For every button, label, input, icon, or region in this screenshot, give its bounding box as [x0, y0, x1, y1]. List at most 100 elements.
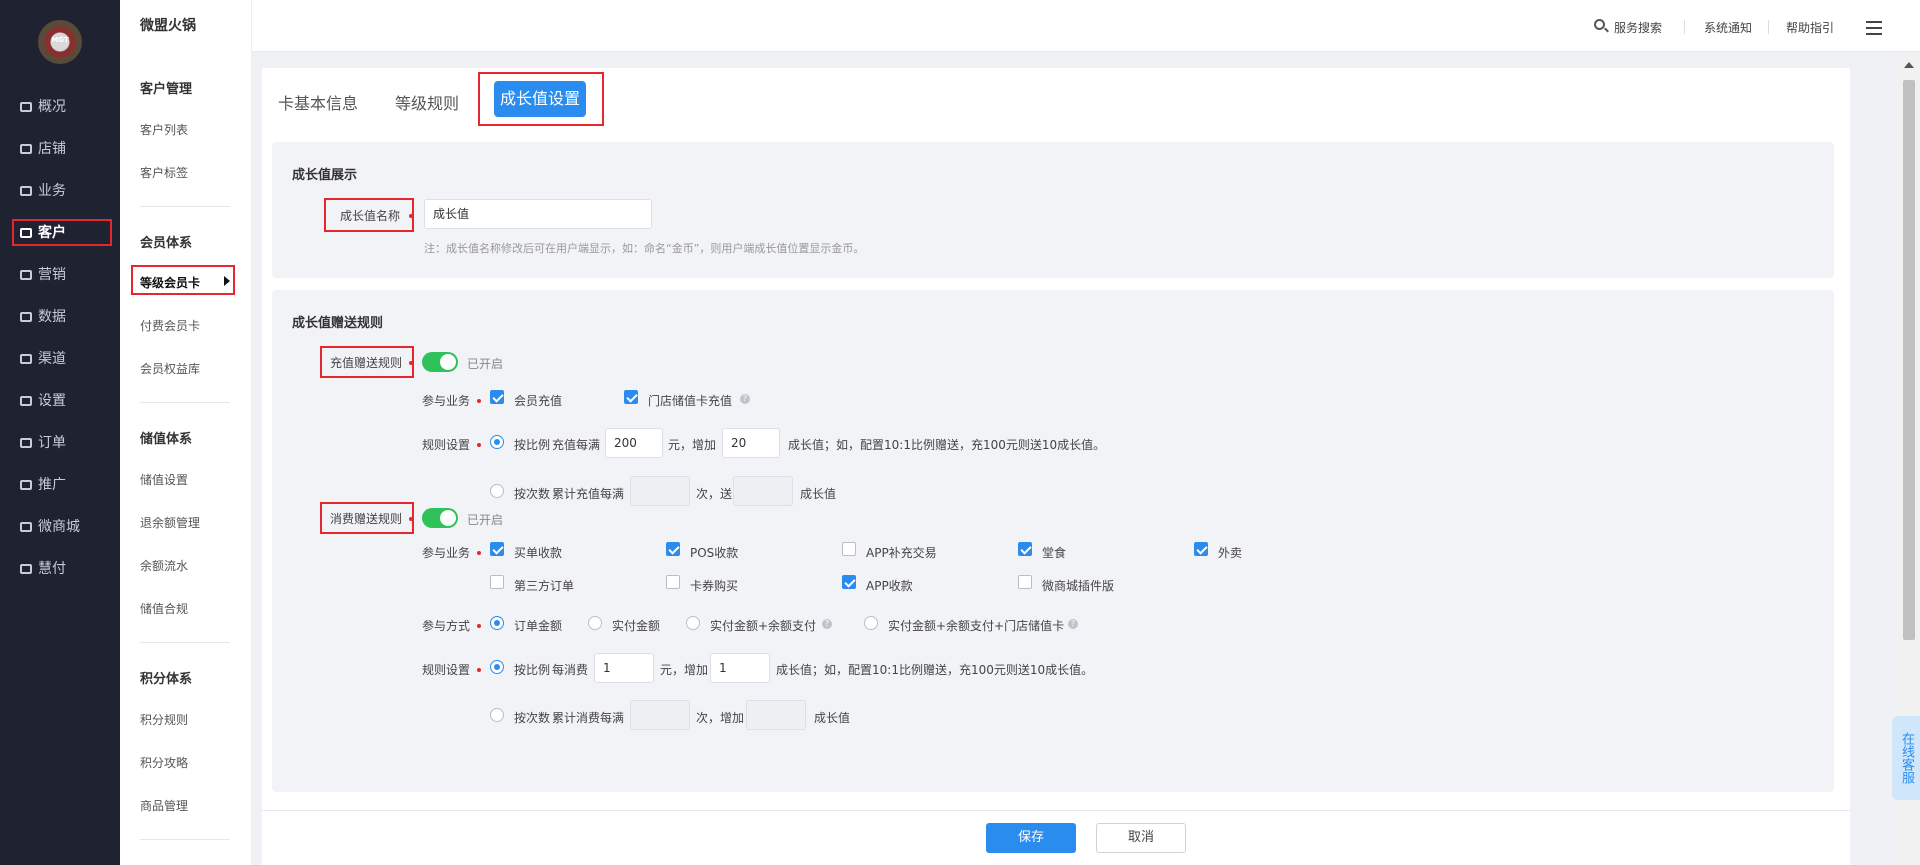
- help-icon[interactable]: ?: [1068, 619, 1078, 629]
- divider: [1768, 20, 1769, 34]
- notifications-link[interactable]: 系统通知: [1704, 19, 1752, 36]
- subnav-item-points-guide[interactable]: 积分攻略: [140, 754, 188, 771]
- subnav-divider: [140, 206, 230, 207]
- business-checkbox-8[interactable]: [1018, 575, 1032, 589]
- channel-icon: [20, 354, 32, 364]
- nav-item-settings[interactable]: 设置: [0, 388, 120, 414]
- business-icon: [20, 186, 32, 196]
- nav-item-order[interactable]: 订单: [0, 430, 120, 456]
- business-checkbox-3[interactable]: [1018, 542, 1032, 556]
- subnav-item-benefits[interactable]: 会员权益库: [140, 360, 200, 377]
- business-checkbox-2[interactable]: [842, 542, 856, 556]
- search-icon[interactable]: [1594, 19, 1605, 30]
- required-mark: [477, 624, 481, 628]
- nav-item-marketing[interactable]: 营销: [0, 262, 120, 288]
- consume-rule-switch[interactable]: [422, 508, 458, 528]
- business-checkbox-0[interactable]: [490, 542, 504, 556]
- checkbox-label: 第三方订单: [514, 579, 575, 593]
- business-checkbox-6[interactable]: [666, 575, 680, 589]
- store-logo[interactable]: MGT: [38, 20, 82, 64]
- required-mark: [477, 551, 481, 555]
- marketing-icon: [20, 270, 32, 280]
- checkbox-label: APP收款: [866, 579, 913, 593]
- mode-radio-2[interactable]: [686, 616, 700, 630]
- divider: [1684, 20, 1685, 34]
- ratio-prefix: 充值每满: [552, 438, 601, 452]
- help-icon[interactable]: ?: [740, 394, 750, 404]
- subnav-item-customer-list[interactable]: 客户列表: [140, 121, 188, 138]
- mode-radio-0[interactable]: [490, 616, 504, 630]
- recharge-rule-switch[interactable]: [422, 352, 458, 372]
- overview-icon: [20, 102, 32, 112]
- online-service-button[interactable]: 在线客服: [1892, 716, 1920, 800]
- help-icon[interactable]: ?: [822, 619, 832, 629]
- business-checkbox-7[interactable]: [842, 575, 856, 589]
- consume-times-input[interactable]: [630, 700, 690, 730]
- mode-radio-1[interactable]: [588, 616, 602, 630]
- subnav-item-customer-tags[interactable]: 客户标签: [140, 164, 188, 181]
- recharge-ratio-radio[interactable]: [490, 435, 504, 449]
- times-suffix: 成长值: [814, 711, 851, 725]
- recharge-times-growth-input[interactable]: [733, 476, 793, 506]
- recharge-store-card-checkbox[interactable]: [624, 390, 638, 404]
- nav-item-channel[interactable]: 渠道: [0, 346, 120, 372]
- pay-icon: [20, 564, 32, 574]
- recharge-times-radio[interactable]: [490, 484, 504, 498]
- business-checkbox-1[interactable]: [666, 542, 680, 556]
- recharge-amount-input[interactable]: 200: [605, 428, 663, 458]
- subnav-divider: [140, 642, 230, 643]
- subnav-item-stored-settings[interactable]: 储值设置: [140, 471, 188, 488]
- checkbox-label: 买单收款: [514, 546, 563, 560]
- subnav-item-points-rules[interactable]: 积分规则: [140, 711, 188, 728]
- cancel-button[interactable]: 取消: [1096, 823, 1186, 853]
- checkbox-label: 微商城插件版: [1042, 579, 1115, 593]
- nav-item-data[interactable]: 数据: [0, 304, 120, 330]
- times-unit: 次，增加: [696, 711, 745, 725]
- consume-growth-input[interactable]: 1: [710, 653, 770, 683]
- subnav-item-refund-balance[interactable]: 退余额管理: [140, 514, 200, 531]
- nav-item-promotion[interactable]: 推广: [0, 472, 120, 498]
- nav-label: 概况: [38, 99, 66, 115]
- nav-label: 店铺: [38, 141, 66, 157]
- menu-icon[interactable]: [1866, 21, 1882, 35]
- business-checkbox-5[interactable]: [490, 575, 504, 589]
- nav-item-mall[interactable]: 微商城: [0, 514, 120, 540]
- annotation-box-growth-tab: [478, 72, 604, 126]
- checkbox-label: 卡券购买: [690, 579, 739, 593]
- service-search-link[interactable]: 服务搜索: [1614, 19, 1662, 36]
- times-suffix: 成长值: [800, 487, 837, 501]
- panel-title: 成长值赠送规则: [292, 316, 384, 331]
- nav-item-pay[interactable]: 慧付: [0, 556, 120, 582]
- required-mark: [477, 668, 481, 672]
- mode-radio-3[interactable]: [864, 616, 878, 630]
- tab-basic-info[interactable]: 卡基本信息: [278, 90, 358, 114]
- checkbox-label: 外卖: [1218, 546, 1243, 560]
- save-button[interactable]: 保存: [986, 823, 1076, 853]
- scroll-thumb[interactable]: [1903, 80, 1915, 640]
- footer-bar: 保存 取消: [262, 810, 1850, 865]
- growth-display-panel: 成长值展示 成长值名称 成长值 注：成长值名称修改后可在用户端显示，如：命名“金…: [272, 142, 1834, 278]
- consume-times-radio[interactable]: [490, 708, 504, 722]
- subnav-item-balance-flow[interactable]: 余额流水: [140, 557, 188, 574]
- nav-item-overview[interactable]: 概况: [0, 94, 120, 120]
- recharge-times-input[interactable]: [630, 476, 690, 506]
- required-mark: [477, 399, 481, 403]
- nav-item-store[interactable]: 店铺: [0, 136, 120, 162]
- growth-name-input[interactable]: 成长值: [424, 199, 652, 229]
- subnav-item-compliance[interactable]: 储值合规: [140, 600, 188, 617]
- store-icon: [20, 144, 32, 154]
- scroll-up-icon[interactable]: [1904, 62, 1914, 68]
- help-link[interactable]: 帮助指引: [1786, 19, 1834, 36]
- consume-times-growth-input[interactable]: [746, 700, 806, 730]
- business-checkbox-4[interactable]: [1194, 542, 1208, 556]
- subnav-item-product-mgmt[interactable]: 商品管理: [140, 797, 188, 814]
- tab-level-rules[interactable]: 等级规则: [395, 90, 459, 114]
- panel-title: 成长值展示: [292, 168, 358, 183]
- consume-ratio-radio[interactable]: [490, 660, 504, 674]
- nav-item-business[interactable]: 业务: [0, 178, 120, 204]
- recharge-member-checkbox[interactable]: [490, 390, 504, 404]
- recharge-growth-input[interactable]: 20: [722, 428, 780, 458]
- times-unit: 次，送: [696, 487, 733, 501]
- subnav-item-paid-card[interactable]: 付费会员卡: [140, 317, 200, 334]
- consume-amount-input[interactable]: 1: [594, 653, 654, 683]
